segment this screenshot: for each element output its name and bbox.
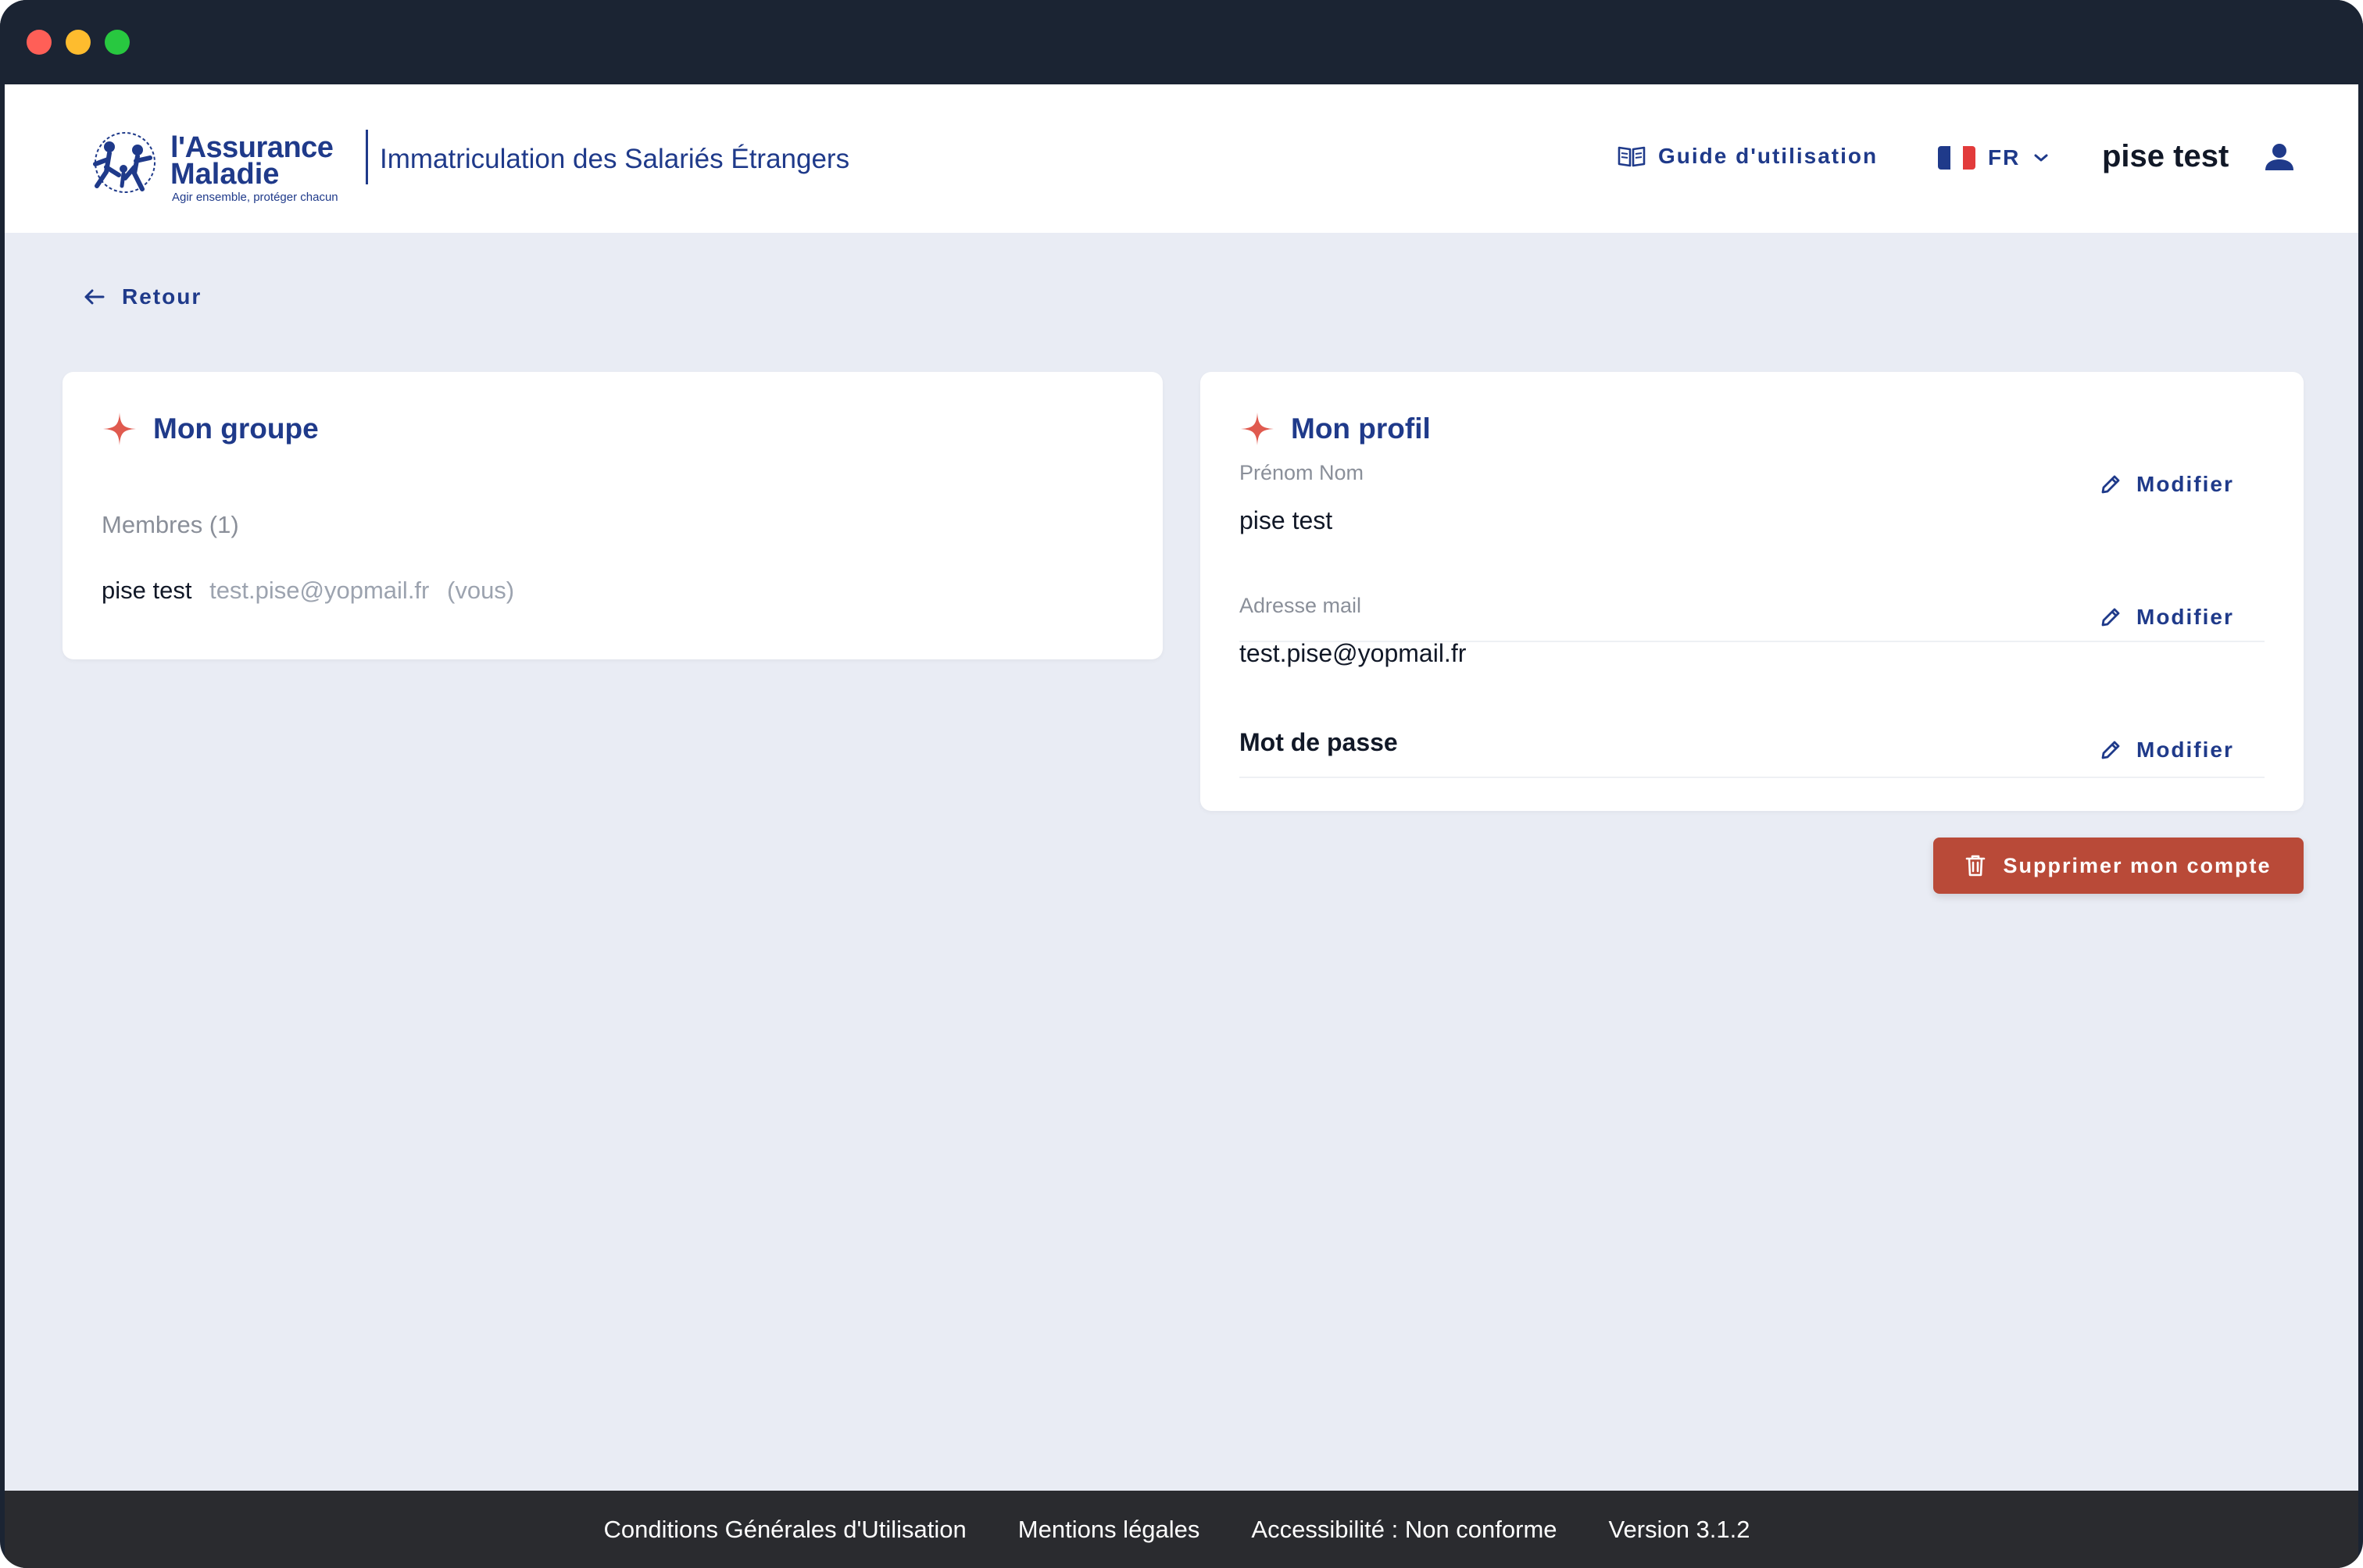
footer-cgu-link[interactable]: Conditions Générales d'Utilisation [604,1516,967,1544]
email-field-label: Adresse mail [1239,594,1362,617]
france-flag-icon [1938,146,1975,170]
member-email: test.pise@yopmail.fr [209,577,430,604]
trash-icon [1966,855,1986,877]
browser-window: l'Assurance Maladie Agir ensemble, proté… [0,0,2363,1568]
logo-brand-line2: Maladie [170,158,280,191]
assurance-maladie-logo[interactable]: l'Assurance Maladie Agir ensemble, proté… [86,119,352,205]
group-title-text: Mon groupe [153,413,319,445]
guide-link[interactable]: Guide d'utilisation [1618,144,1878,169]
header-divider [366,130,368,184]
footer-version: Version 3.1.2 [1608,1515,1750,1543]
modify-email-button[interactable]: Modifier [2099,605,2234,630]
profile-card: Mon profil Prénom Nom pise test Modifier… [1200,372,2304,811]
window-titlebar [0,0,2363,84]
modify-name-button[interactable]: Modifier [2099,472,2234,497]
back-label: Retour [122,284,202,309]
back-link[interactable]: Retour [83,284,202,309]
app-title: Immatriculation des Salariés Étrangers [380,144,850,174]
pencil-icon [2101,741,2120,759]
footer-links: Conditions Générales d'Utilisation Menti… [5,1491,2358,1568]
email-field-value: test.pise@yopmail.fr [1239,639,1467,667]
pencil-icon [2101,608,2120,627]
password-field-label: Mot de passe [1239,728,1398,756]
group-card: Mon groupe Membres (1) pise test test.pi… [63,372,1163,659]
sparkle-star-icon [1241,413,1274,445]
name-field-label: Prénom Nom [1239,461,1364,484]
user-name[interactable]: pise test [2102,139,2229,174]
members-count-label: Membres (1) [102,511,239,538]
list-item: pise test test.pise@yopmail.fr (vous) [102,577,514,605]
sparkle-star-icon [103,413,136,445]
logo-tagline: Agir ensemble, protéger chacun [172,191,338,204]
person-icon[interactable] [2263,141,2296,173]
footer: Conditions Générales d'Utilisation Menti… [5,1491,2358,1568]
modify-label: Modifier [2136,605,2234,629]
close-window-button[interactable] [27,30,52,55]
profile-title-text: Mon profil [1291,413,1431,445]
zoom-window-button[interactable] [105,30,130,55]
divider [1239,777,2265,778]
modify-label: Modifier [2136,738,2234,762]
minimize-window-button[interactable] [66,30,91,55]
member-name: pise test [102,577,192,604]
assurance-maladie-logo-icon [93,132,156,193]
header: l'Assurance Maladie Agir ensemble, proté… [5,84,2358,233]
guide-label: Guide d'utilisation [1658,144,1879,168]
pencil-icon [2101,475,2120,494]
name-field-value: pise test [1239,506,1333,534]
modify-label: Modifier [2136,472,2234,496]
language-selector[interactable]: FR [1938,145,2050,170]
modify-password-button[interactable]: Modifier [2099,738,2234,763]
chevron-down-icon [2034,154,2048,162]
arrow-left-icon [84,289,105,305]
delete-account-button[interactable]: Supprimer mon compte [1933,838,2304,894]
language-label: FR [1988,145,2021,170]
footer-accessibility-link[interactable]: Accessibilité : Non conforme [1251,1516,1557,1544]
book-open-icon [1618,146,1646,167]
profile-card-title: Mon profil [1239,411,1431,447]
footer-legal-link[interactable]: Mentions légales [1018,1516,1200,1544]
group-card-title: Mon groupe [102,411,319,447]
app-page: l'Assurance Maladie Agir ensemble, proté… [5,84,2358,1568]
member-self-tag: (vous) [447,577,515,604]
delete-account-label: Supprimer mon compte [2003,853,2272,877]
